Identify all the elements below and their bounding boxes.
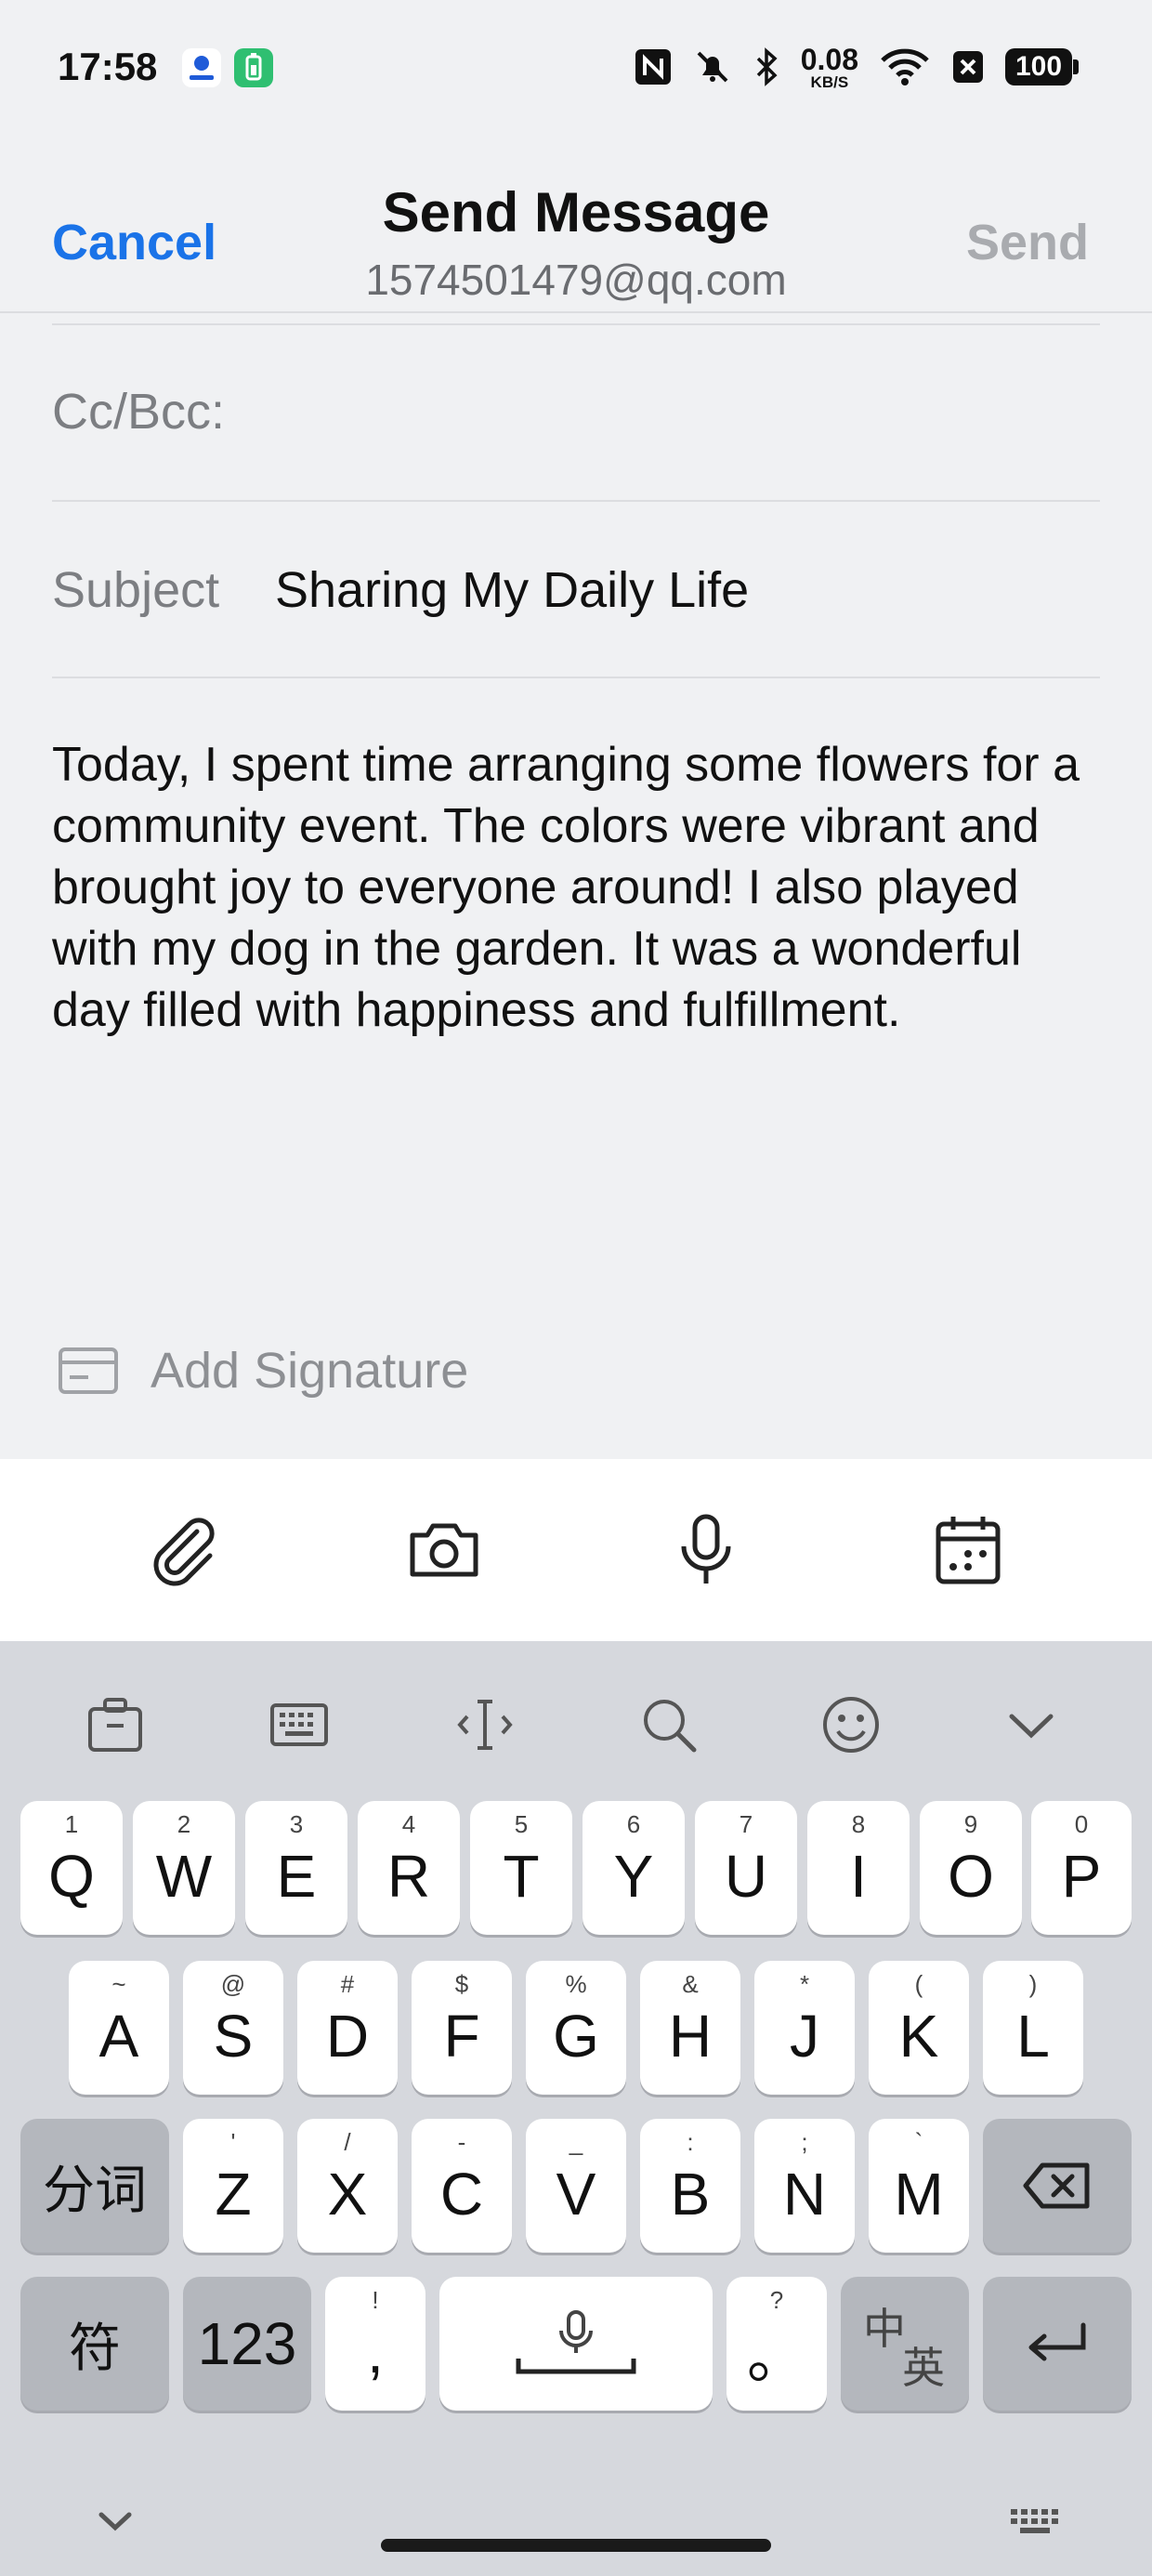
key-c[interactable]: -C <box>412 2119 512 2253</box>
key-j[interactable]: * J <box>754 1961 855 2095</box>
key-d[interactable]: # D <box>297 1961 398 2095</box>
key-q[interactable]: 1Q <box>20 1801 123 1935</box>
key-s[interactable]: @ S <box>183 1961 283 2095</box>
key-b[interactable]: :B <box>640 2119 740 2253</box>
calendar-icon[interactable] <box>923 1505 1013 1595</box>
voice-input-icon <box>516 2310 636 2374</box>
key-g[interactable]: % G <box>526 1961 626 2095</box>
search-icon[interactable] <box>632 1688 706 1762</box>
key-l[interactable]: ) L <box>983 1961 1083 2095</box>
status-icons: 0.08 KB/S 100 <box>634 41 1079 93</box>
camera-icon[interactable] <box>399 1505 489 1595</box>
key-x[interactable]: / X <box>297 2119 398 2253</box>
home-indicator[interactable] <box>381 2539 771 2552</box>
compose-header: Cancel Send Message 1574501479@qq.com Se… <box>0 139 1152 313</box>
number-key[interactable]: 123 <box>183 2277 311 2411</box>
add-signature-button[interactable]: Add Signature <box>58 1338 468 1403</box>
symbol-key[interactable]: 符 <box>20 2277 169 2411</box>
hide-keyboard-icon[interactable] <box>89 2494 141 2550</box>
subject-label: Subject <box>52 562 220 618</box>
backspace-icon <box>1023 2162 1090 2209</box>
subject-input[interactable]: Sharing My Daily Life <box>275 561 749 619</box>
battery-saver-icon <box>234 48 273 87</box>
divider <box>52 323 1100 325</box>
keyboard-icon[interactable] <box>262 1688 336 1762</box>
key-v[interactable]: _ V <box>526 2119 626 2253</box>
key-h[interactable]: & H <box>640 1961 740 2095</box>
status-bar: 17:58 0.08 KB/S 100 <box>0 0 1152 139</box>
period-key[interactable]: ?。 <box>727 2277 827 2411</box>
enter-icon <box>1028 2322 1086 2361</box>
key-y[interactable]: 6Y <box>583 1801 685 1935</box>
segment-key[interactable]: 分词 <box>20 2119 169 2253</box>
key-o[interactable]: 9O <box>920 1801 1022 1935</box>
attachment-toolbar <box>0 1459 1152 1641</box>
add-signature-label: Add Signature <box>151 1343 469 1399</box>
key-a[interactable]: ~ A <box>69 1961 169 2095</box>
bluetooth-icon <box>756 47 778 86</box>
key-r[interactable]: 4R <box>358 1801 460 1935</box>
divider <box>52 677 1100 678</box>
cursor-icon[interactable] <box>448 1688 522 1762</box>
key-n[interactable]: ; N <box>754 2119 855 2253</box>
status-time: 17:58 <box>58 45 158 88</box>
backspace-key[interactable] <box>983 2119 1132 2253</box>
key-k[interactable]: (K <box>869 1961 969 2095</box>
key-m[interactable]: ` M <box>869 2119 969 2253</box>
net-speed: 0.08 KB/S <box>800 42 858 91</box>
space-key[interactable] <box>439 2277 713 2411</box>
collapse-icon[interactable] <box>994 1688 1068 1762</box>
cc-bcc-field[interactable]: Cc/Bcc: <box>52 383 225 440</box>
emoji-icon[interactable] <box>814 1688 888 1762</box>
key-e[interactable]: 3E <box>245 1801 347 1935</box>
soft-keyboard: 1Q 2W 3E 4R 5T 6Y 7U 8I 9O 0P ~ A @ S # D $… <box>0 1641 1152 2576</box>
signature-icon <box>59 1347 118 1394</box>
battery-indicator: 100 <box>1005 48 1079 85</box>
app-notification-icon <box>182 48 221 87</box>
key-w[interactable]: 2W <box>133 1801 235 1935</box>
message-body[interactable]: Today, I spent time arranging some flowe… <box>52 734 1111 1041</box>
key-z[interactable]: ' Z <box>183 2119 283 2253</box>
wifi-icon <box>881 48 929 85</box>
divider <box>52 500 1100 502</box>
key-t[interactable]: 5T <box>470 1801 572 1935</box>
sim-icon <box>953 51 983 83</box>
nfc-icon <box>635 49 671 85</box>
key-f[interactable]: $ F <box>412 1961 512 2095</box>
key-i[interactable]: 8I <box>807 1801 910 1935</box>
comma-key[interactable]: !, <box>325 2277 425 2411</box>
language-switch-key[interactable]: 中 英 <box>841 2277 969 2411</box>
key-u[interactable]: 7U <box>695 1801 797 1935</box>
send-button[interactable]: Send <box>966 214 1089 271</box>
clipboard-icon[interactable] <box>78 1688 152 1762</box>
keyboard-switch-icon[interactable] <box>1003 2494 1068 2550</box>
key-p[interactable]: 0P <box>1031 1801 1132 1935</box>
paperclip-icon[interactable] <box>139 1505 229 1595</box>
enter-key[interactable] <box>983 2277 1132 2411</box>
microphone-icon[interactable] <box>661 1505 751 1595</box>
mute-icon <box>697 51 728 83</box>
